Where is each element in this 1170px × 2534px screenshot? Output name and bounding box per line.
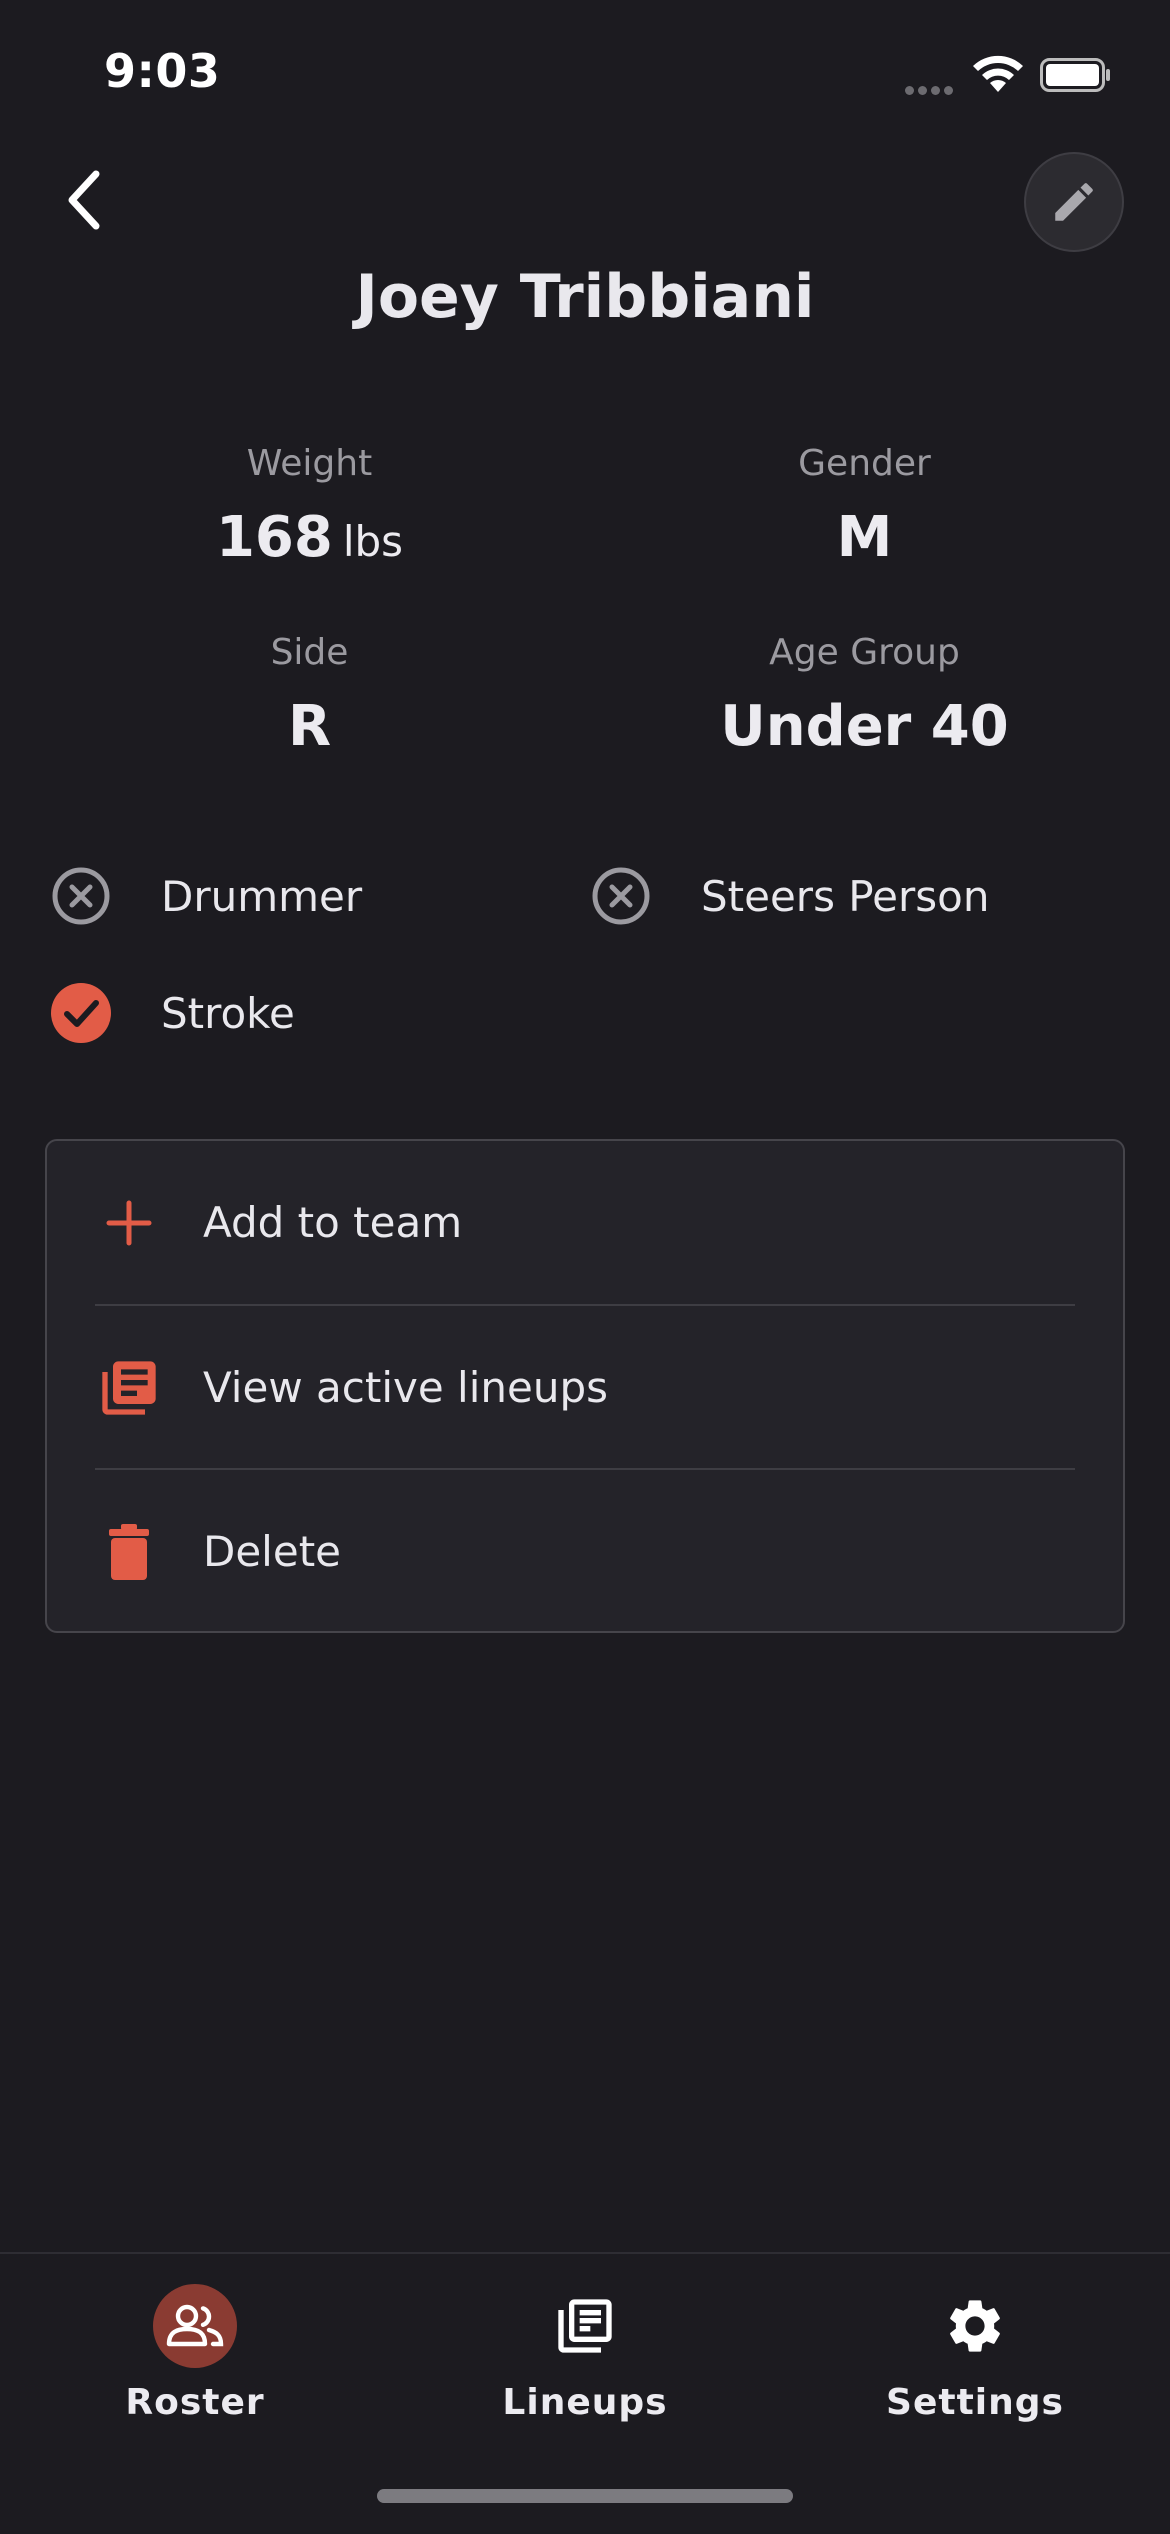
lineups-icon [543,2284,627,2368]
weight-value: 168 lbs [17,505,602,570]
action-label: Delete [203,1527,341,1576]
status-time: 9:03 [104,44,221,98]
x-circle-icon [592,867,650,925]
role-label: Steers Person [701,871,990,921]
delete-button[interactable]: Delete [47,1470,1123,1633]
side-value: R [287,694,332,759]
weight-label: Weight [246,443,373,484]
cellular-signal-icon [905,80,957,99]
pencil-icon [1055,183,1093,221]
back-button[interactable] [48,160,120,240]
nav-label: Lineups [502,2382,668,2423]
people-icon [153,2284,237,2368]
home-indicator[interactable] [377,2489,793,2503]
edit-button[interactable] [1024,152,1124,252]
role-label: Stroke [161,988,295,1038]
role-steers-person[interactable]: Steers Person [591,866,989,926]
nav-label: Settings [886,2382,1064,2423]
age-group-label: Age Group [769,632,960,673]
lineups-icon [97,1356,161,1420]
weight-number: 168 [215,505,333,570]
view-active-lineups-button[interactable]: View active lineups [47,1306,1123,1469]
nav-roster[interactable]: Roster [0,2254,390,2454]
action-label: Add to team [203,1198,463,1247]
x-circle-icon [52,867,110,925]
player-name: Joey Tribbiani [355,262,815,332]
battery-icon [1040,58,1110,92]
check-circle-icon [51,983,111,1043]
nav-label: Roster [125,2382,265,2423]
role-label: Drummer [161,871,363,921]
gear-icon [933,2284,1017,2368]
chevron-left-icon [68,170,100,230]
gender-value: M [836,505,893,570]
wifi-icon [973,55,1023,92]
side-label: Side [270,632,349,673]
nav-settings[interactable]: Settings [780,2254,1170,2454]
age-group-value: Under 40 [720,694,1009,759]
plus-icon [97,1191,161,1255]
action-label: View active lineups [203,1363,608,1412]
role-drummer[interactable]: Drummer [51,866,362,926]
weight-unit: lbs [342,517,404,566]
trash-icon [97,1520,161,1584]
nav-lineups[interactable]: Lineups [390,2254,780,2454]
add-to-team-button[interactable]: Add to team [47,1141,1123,1304]
gender-label: Gender [798,443,931,484]
actions-card: Add to team View active lineups Delete [45,1139,1125,1633]
role-stroke[interactable]: Stroke [51,983,295,1043]
